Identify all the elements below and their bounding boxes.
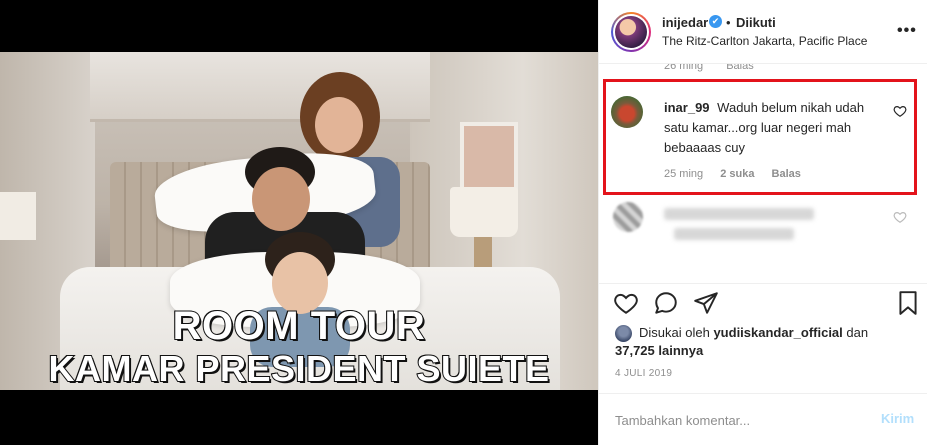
comment-composer: Kirim <box>599 393 927 445</box>
previous-comment-reply[interactable]: Balas <box>726 64 754 72</box>
action-bar <box>599 283 927 323</box>
avatar-image <box>615 16 647 48</box>
username-link[interactable]: inijedar <box>662 15 708 30</box>
likes-line1: Disukai oleh yudiiskandar_official dan <box>639 324 868 342</box>
share-icon <box>694 292 718 314</box>
like-button[interactable] <box>613 290 639 316</box>
comment-likes[interactable]: 2 suka <box>720 168 754 180</box>
liker-username[interactable]: yudiiskandar_official <box>713 325 842 340</box>
blurred-heart-icon[interactable] <box>893 210 907 224</box>
save-button[interactable] <box>895 290 921 316</box>
blurred-avatar <box>613 202 643 232</box>
comment-avatar[interactable] <box>611 96 643 128</box>
heart-icon <box>614 293 638 314</box>
post-sidebar: inijedar ✔ • Diikuti The Ritz-Carlton Ja… <box>598 0 927 445</box>
follow-status-button[interactable]: Diikuti <box>736 15 776 30</box>
bookmark-icon <box>899 291 917 315</box>
comment-input[interactable] <box>615 411 855 429</box>
more-options-icon[interactable]: ••• <box>897 22 917 40</box>
blurred-comment <box>611 200 911 240</box>
avatar-border <box>613 14 649 50</box>
blurred-text <box>674 228 794 240</box>
location-link[interactable]: The Ritz-Carlton Jakarta, Pacific Place <box>662 34 867 48</box>
previous-comment-meta: 26 ming Balas <box>664 64 814 74</box>
blurred-text <box>664 208 814 220</box>
comment-like-heart-icon[interactable] <box>893 104 907 118</box>
post-comment-button[interactable]: Kirim <box>881 411 914 426</box>
photo-wall-frame <box>460 122 518 194</box>
likes-conjunction: dan <box>846 325 869 340</box>
comment-icon <box>655 292 677 314</box>
post-date[interactable]: 4 JULI 2019 <box>615 368 672 379</box>
comment-reply-button[interactable]: Balas <box>772 168 801 180</box>
photo-lamp-left <box>0 192 36 240</box>
verified-badge-icon: ✔ <box>709 15 722 28</box>
comment-button[interactable] <box>653 290 679 316</box>
liker-avatar[interactable] <box>615 325 632 342</box>
media-pane: ROOM TOUR KAMAR PRESIDENT SUIETE <box>0 0 598 445</box>
previous-comment-time: 26 ming <box>664 64 704 72</box>
comment-time: 25 ming <box>664 168 704 180</box>
likes-line2: 37,725 lainnya <box>615 342 703 360</box>
likes-count[interactable]: 37,725 lainnya <box>615 343 703 358</box>
avatar[interactable] <box>611 12 651 52</box>
overlay-title-line2: KAMAR PRESIDENT SUIETE <box>47 348 550 389</box>
comment-meta: 25 ming 2 suka Balas <box>664 168 815 180</box>
photo-woman-face <box>315 97 363 153</box>
photo-man-face <box>252 167 310 231</box>
overlay-title-line1: ROOM TOUR <box>172 304 426 348</box>
comment-text: inar_99 Waduh belum nikah udah satu kama… <box>664 98 889 158</box>
post-header: inijedar ✔ • Diikuti The Ritz-Carlton Ja… <box>599 0 927 64</box>
likes-prefix: Disukai oleh <box>639 325 710 340</box>
separator-dot: • <box>726 15 731 30</box>
share-button[interactable] <box>693 290 719 316</box>
photo-lamp <box>450 187 518 237</box>
comment-username[interactable]: inar_99 <box>664 100 710 115</box>
